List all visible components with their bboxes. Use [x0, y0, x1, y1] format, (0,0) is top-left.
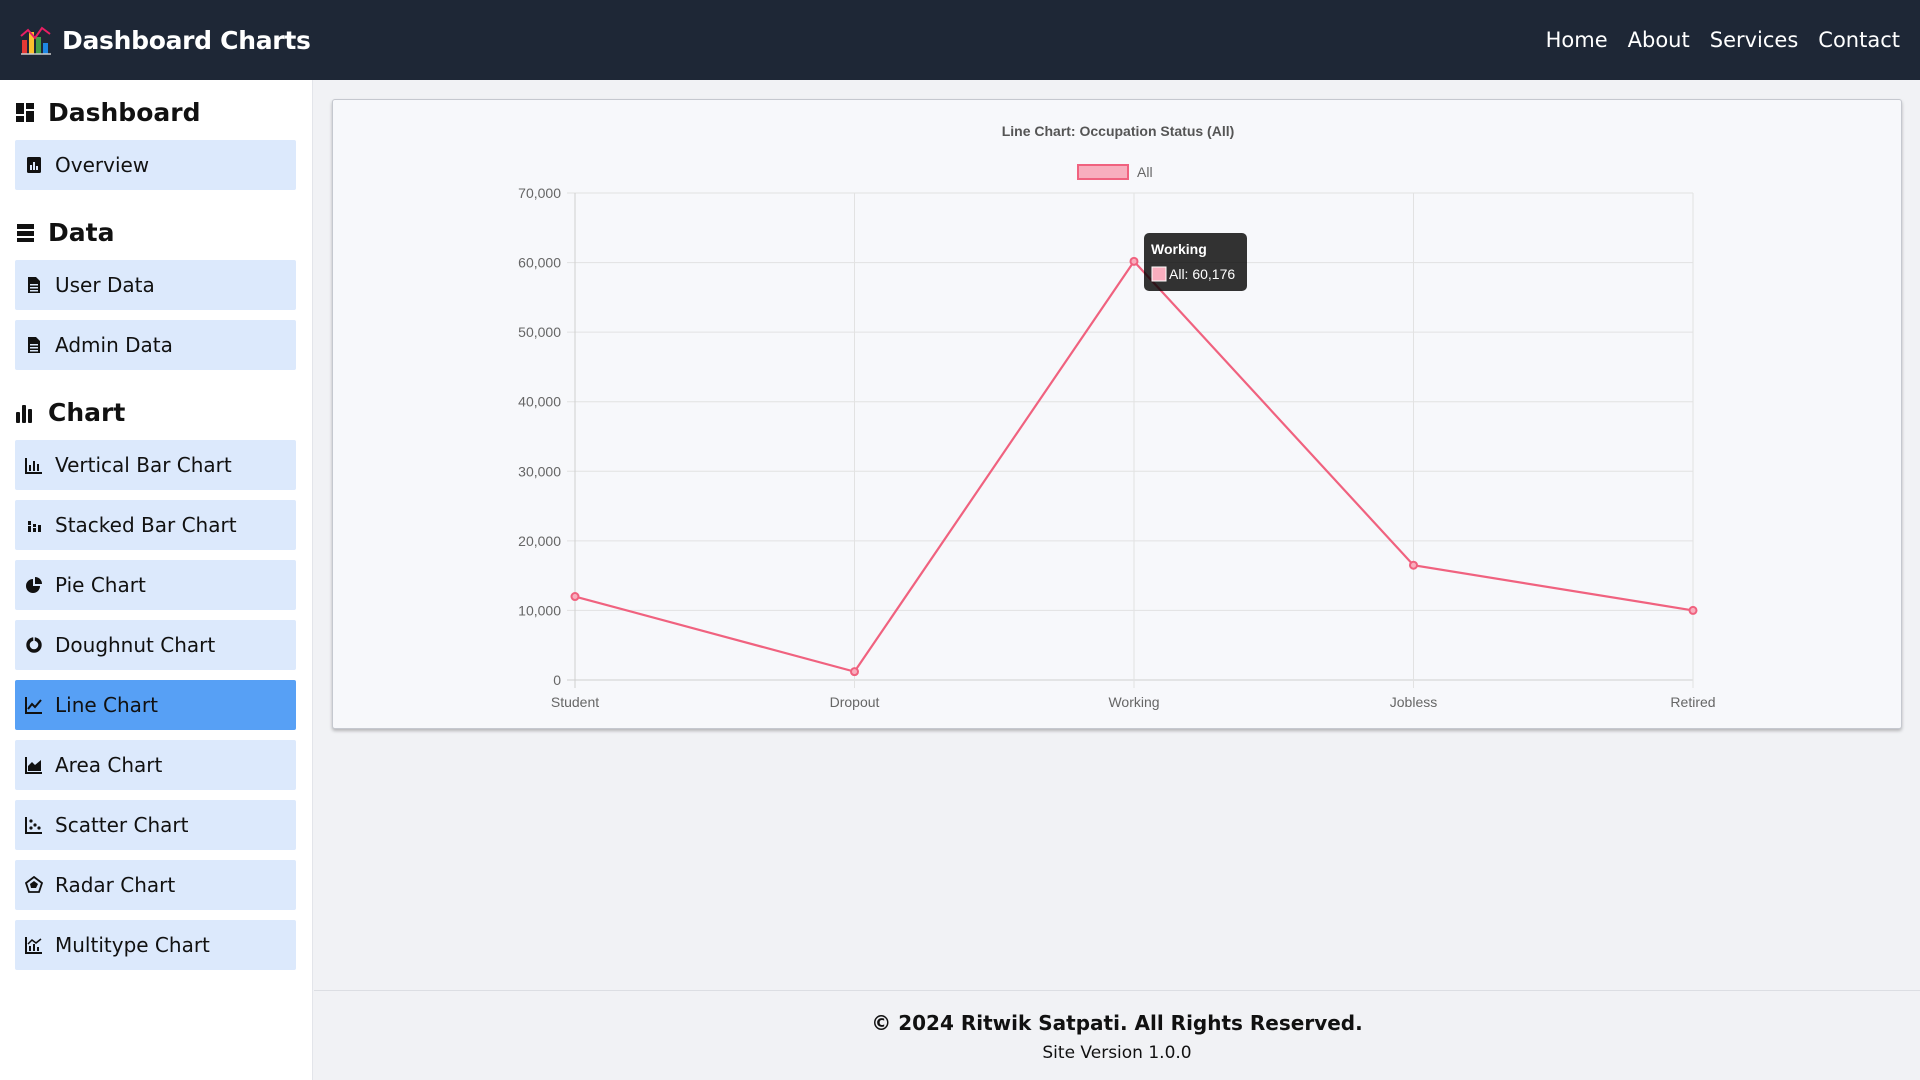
section-label: Chart — [48, 398, 126, 427]
sidebar: Dashboard Overview Data User Data Admin … — [0, 80, 313, 1080]
tooltip-swatch — [1151, 266, 1167, 282]
x-tick-label: Student — [551, 694, 599, 710]
sidebar-item-label: Radar Chart — [55, 873, 176, 897]
nav-contact[interactable]: Contact — [1818, 28, 1900, 52]
nav-home[interactable]: Home — [1546, 28, 1608, 52]
sidebar-item-radar-chart[interactable]: Radar Chart — [15, 860, 296, 910]
sidebar-item-label: Pie Chart — [55, 573, 146, 597]
sidebar-item-scatter-chart[interactable]: Scatter Chart — [15, 800, 296, 850]
data-point — [1409, 560, 1418, 570]
sidebar-item-label: Scatter Chart — [55, 813, 189, 837]
data-point — [1688, 605, 1698, 615]
y-tick-label: 50,000 — [518, 324, 561, 340]
doughnut-icon — [26, 637, 42, 653]
multitype-icon — [25, 937, 42, 954]
vertical-bar-icon — [25, 458, 42, 474]
y-tick-label: 10,000 — [518, 602, 561, 618]
x-tick-label: Dropout — [830, 694, 880, 710]
chart-logo-icon — [20, 26, 51, 55]
bar-chart-icon — [16, 404, 32, 423]
x-tick-label: Working — [1108, 694, 1159, 710]
footer: © 2024 Ritwik Satpati. All Rights Reserv… — [314, 990, 1920, 1080]
x-axis: Student Dropout Working Jobless Retired — [551, 694, 1716, 710]
chart-title: Line Chart: Occupation Status (All) — [1002, 123, 1235, 139]
stacked-bar-icon — [28, 521, 41, 532]
tooltip-body: All: 60,176 — [1169, 266, 1235, 282]
legend-swatch — [1077, 164, 1129, 180]
scatter-icon — [25, 817, 42, 834]
nav-about[interactable]: About — [1628, 28, 1690, 52]
nav-services[interactable]: Services — [1710, 28, 1799, 52]
app-title: Dashboard Charts — [62, 25, 311, 55]
y-axis: 0 10,000 20,000 30,000 40,000 50,000 60,000 70,… — [518, 185, 561, 688]
data-point — [1129, 256, 1139, 266]
report-icon — [27, 157, 41, 173]
database-icon — [17, 223, 34, 242]
section-title-chart: Chart — [16, 398, 125, 427]
line-chart[interactable]: 0 10,000 20,000 30,000 40,000 50,000 60,000 70,… — [333, 100, 1903, 730]
area-chart-icon — [25, 757, 42, 774]
data-point — [570, 592, 580, 602]
footer-version: Site Version 1.0.0 — [1042, 1043, 1192, 1063]
sheet-icon — [28, 337, 40, 353]
sidebar-item-multitype-chart[interactable]: Multitype Chart — [15, 920, 296, 970]
chart-card: 0 10,000 20,000 30,000 40,000 50,000 60,000 70,… — [332, 99, 1902, 729]
sidebar-item-label: User Data — [55, 273, 155, 297]
sidebar-item-label: Admin Data — [55, 333, 173, 357]
sidebar-item-label: Area Chart — [55, 753, 163, 777]
pie-icon — [26, 577, 42, 593]
sheet-icon — [28, 277, 40, 293]
sidebar-item-admin-data[interactable]: Admin Data — [15, 320, 296, 370]
sidebar-item-label: Stacked Bar Chart — [55, 513, 237, 537]
sidebar-item-label: Multitype Chart — [55, 933, 210, 957]
sidebar-item-label: Line Chart — [55, 693, 158, 717]
section-title-dashboard: Dashboard — [16, 98, 200, 127]
y-tick-label: 30,000 — [518, 463, 561, 479]
sidebar-item-label: Vertical Bar Chart — [55, 453, 232, 477]
y-tick-label: 60,000 — [518, 255, 561, 271]
sidebar-item-label: Doughnut Chart — [55, 633, 216, 657]
sidebar-item-user-data[interactable]: User Data — [15, 260, 296, 310]
top-navbar: Dashboard Charts Home About Services Con… — [0, 0, 1920, 80]
x-tick-label: Retired — [1670, 694, 1715, 710]
section-title-data: Data — [16, 218, 114, 247]
x-tick-label: Jobless — [1390, 694, 1437, 710]
footer-copyright: © 2024 Ritwik Satpati. All Rights Reserv… — [871, 1011, 1363, 1035]
brand[interactable]: Dashboard Charts — [20, 22, 311, 58]
radar-icon — [25, 876, 43, 893]
sidebar-item-area-chart[interactable]: Area Chart — [15, 740, 296, 790]
top-nav: Home About Services Contact — [1526, 0, 1900, 80]
sidebar-item-vertical-bar-chart[interactable]: Vertical Bar Chart — [15, 440, 296, 490]
data-point — [850, 667, 859, 677]
y-tick-label: 0 — [553, 672, 561, 688]
y-tick-label: 70,000 — [518, 185, 561, 201]
legend-label: All — [1137, 164, 1153, 180]
sidebar-item-doughnut-chart[interactable]: Doughnut Chart — [15, 620, 296, 670]
line-chart-icon — [25, 697, 42, 714]
section-label: Dashboard — [48, 98, 201, 127]
sidebar-item-label: Overview — [55, 153, 150, 177]
sidebar-item-line-chart[interactable]: Line Chart — [15, 680, 296, 730]
y-tick-label: 40,000 — [518, 394, 561, 410]
section-label: Data — [48, 218, 115, 247]
sidebar-item-pie-chart[interactable]: Pie Chart — [15, 560, 296, 610]
dashboard-icon — [16, 102, 34, 122]
chart-tooltip: Working All: 60,176 — [1144, 233, 1247, 291]
tooltip-title: Working — [1151, 241, 1207, 257]
chart-legend[interactable]: All — [1077, 164, 1153, 180]
sidebar-item-overview[interactable]: Overview — [15, 140, 296, 190]
sidebar-item-stacked-bar-chart[interactable]: Stacked Bar Chart — [15, 500, 296, 550]
y-tick-label: 20,000 — [518, 533, 561, 549]
